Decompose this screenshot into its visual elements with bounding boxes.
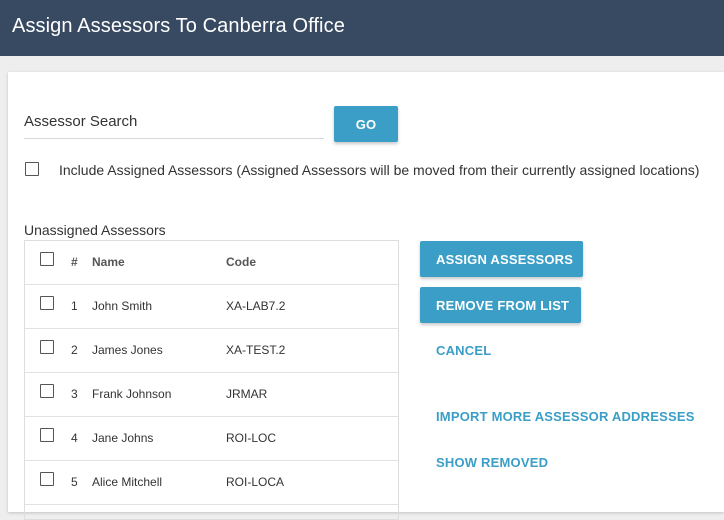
table-row[interactable]: 1 John Smith XA-LAB7.2 xyxy=(25,285,398,329)
page-title: Assign Assessors To Canberra Office xyxy=(12,15,345,37)
row-checkbox[interactable] xyxy=(40,384,54,398)
row-number: 1 xyxy=(71,299,78,313)
assessor-code: XA-LAB7.2 xyxy=(226,299,286,313)
assessor-name: Frank Johnson xyxy=(92,387,172,401)
assign-card: GO Include Assigned Assessors (Assigned … xyxy=(8,72,724,520)
column-header-name[interactable]: Name xyxy=(92,255,125,269)
column-header-number: # xyxy=(71,255,78,269)
unassigned-assessors-title: Unassigned Assessors xyxy=(24,222,166,238)
assessor-code: ROI-LOC xyxy=(226,431,277,445)
include-assigned-checkbox[interactable] xyxy=(25,162,39,176)
assessors-table: # Name Code 1 John Smith XA-LAB7.2 2 Jam… xyxy=(24,240,399,520)
table-row[interactable]: 4 Jane Johns ROI-LOC xyxy=(25,417,398,461)
row-number: 5 xyxy=(71,475,78,489)
assessor-code: ROI-LOCA xyxy=(226,475,285,489)
table-row[interactable]: 2 James Jones XA-TEST.2 xyxy=(25,329,398,373)
cancel-link[interactable]: CANCEL xyxy=(436,343,491,358)
assessor-name: James Jones xyxy=(92,343,163,357)
assessor-name: John Smith xyxy=(92,299,153,313)
row-checkbox[interactable] xyxy=(40,340,54,354)
show-removed-link[interactable]: SHOW REMOVED xyxy=(436,455,548,470)
assign-assessors-button[interactable]: ASSIGN ASSESSORS xyxy=(420,241,583,277)
row-number: 3 xyxy=(71,387,78,401)
assessor-code: JRMAR xyxy=(226,387,268,401)
row-checkbox[interactable] xyxy=(40,472,54,486)
import-more-assessor-addresses-link[interactable]: IMPORT MORE ASSESSOR ADDRESSES xyxy=(436,409,695,424)
column-header-code[interactable]: Code xyxy=(226,255,256,269)
assessor-search-field[interactable] xyxy=(24,106,324,139)
app-header: Assign Assessors To Canberra Office xyxy=(0,0,724,56)
table-row[interactable]: 3 Frank Johnson JRMAR xyxy=(25,373,398,417)
table-header-row: # Name Code xyxy=(25,241,398,285)
assessor-search-input[interactable] xyxy=(24,110,320,132)
assessor-name: Alice Mitchell xyxy=(92,475,163,489)
assessor-code: XA-TEST.2 xyxy=(226,343,286,357)
row-number: 2 xyxy=(71,343,78,357)
assessor-name: Jane Johns xyxy=(92,431,154,445)
go-button[interactable]: GO xyxy=(334,106,398,142)
row-checkbox[interactable] xyxy=(40,428,54,442)
select-all-checkbox[interactable] xyxy=(40,252,54,266)
row-number: 4 xyxy=(71,431,78,445)
table-row[interactable]: 5 Alice Mitchell ROI-LOCA xyxy=(25,461,398,505)
row-checkbox[interactable] xyxy=(40,296,54,310)
remove-from-list-button[interactable]: REMOVE FROM LIST xyxy=(420,287,581,323)
include-assigned-label: Include Assigned Assessors (Assigned Ass… xyxy=(59,162,700,178)
